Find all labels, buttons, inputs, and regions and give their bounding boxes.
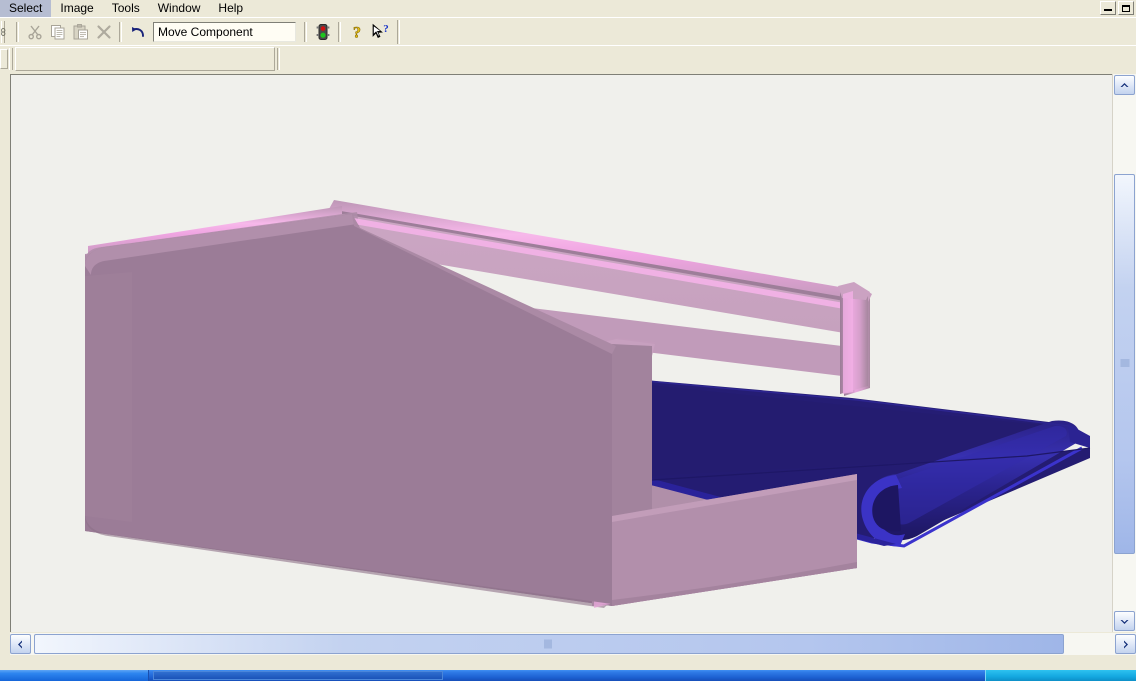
undo-arrow-icon — [131, 26, 144, 37]
minimize-icon — [1104, 9, 1112, 11]
copy-button[interactable] — [46, 21, 69, 43]
chevron-down-icon — [1120, 619, 1129, 624]
start-button[interactable] — [0, 670, 149, 681]
scissors-icon — [27, 25, 42, 39]
help-question-icon: ? — [352, 24, 361, 41]
chevron-up-icon — [1120, 82, 1129, 87]
scroll-up-button[interactable] — [1114, 75, 1135, 95]
toolbar-separator-2 — [119, 21, 122, 42]
delete-button[interactable] — [92, 21, 115, 43]
paste-button[interactable] — [69, 21, 92, 43]
scroll-left-button[interactable] — [10, 634, 31, 654]
menu-item-window[interactable]: Window — [149, 0, 210, 17]
context-help-icon: ? — [372, 23, 389, 38]
restore-button[interactable] — [1118, 1, 1134, 15]
secondary-toolbar-drag-handle[interactable] — [9, 48, 13, 70]
menu-bar: Select Image Tools Window Help — [0, 0, 1136, 17]
vertical-scrollbar[interactable] — [1112, 74, 1136, 632]
main-toolbar: Move Component ? ? — [0, 17, 1136, 45]
partial-icon — [1, 27, 6, 36]
horizontal-scrollbar[interactable] — [10, 633, 1136, 655]
help-button[interactable]: ? — [345, 21, 368, 43]
close-x-icon — [96, 24, 111, 39]
copy-icon — [50, 24, 64, 39]
system-tray[interactable] — [985, 670, 1136, 681]
toolbar-end-separator — [397, 19, 400, 44]
menu-item-tools[interactable]: Tools — [103, 0, 149, 17]
taskbar-task-button[interactable] — [153, 671, 443, 680]
model-canvas[interactable] — [12, 76, 1112, 630]
menu-item-help[interactable]: Help — [209, 0, 252, 17]
undo-button[interactable] — [126, 21, 149, 43]
cut-button[interactable] — [23, 21, 46, 43]
menu-item-select[interactable]: Select — [0, 0, 52, 17]
clipped-tool-button[interactable] — [0, 21, 12, 43]
secondary-toolbar-end-separator — [277, 48, 280, 70]
run-button[interactable] — [311, 21, 334, 43]
status-bar — [0, 655, 1136, 670]
3d-viewport[interactable] — [12, 76, 1112, 630]
traffic-light-icon — [316, 23, 329, 40]
vertical-thumb-grip — [1120, 359, 1129, 369]
secondary-toolbar-panel — [15, 47, 275, 71]
scroll-down-button[interactable] — [1114, 611, 1135, 631]
svg-text:?: ? — [383, 23, 389, 35]
clipboard-icon — [73, 23, 88, 39]
context-help-button[interactable]: ? — [368, 21, 394, 43]
secondary-toolbar-clipped-button[interactable] — [0, 49, 8, 69]
scroll-right-button[interactable] — [1115, 634, 1136, 654]
toolbar-separator-4 — [338, 21, 341, 42]
minimize-button[interactable] — [1100, 1, 1116, 15]
restore-icon — [1122, 5, 1130, 12]
application-window: Select Image Tools Window Help Move Comp… — [0, 0, 1136, 681]
svg-text:?: ? — [353, 24, 361, 41]
chevron-left-icon — [18, 640, 22, 648]
taskbar[interactable] — [0, 670, 1136, 681]
box-rear-right-post — [838, 282, 870, 394]
toolbar-separator-3 — [304, 21, 307, 42]
command-field[interactable]: Move Component — [153, 21, 296, 42]
horizontal-scrollbar-thumb[interactable] — [34, 634, 1064, 654]
chevron-right-icon — [1124, 640, 1128, 648]
menu-item-image[interactable]: Image — [51, 0, 102, 17]
vertical-scrollbar-thumb[interactable] — [1114, 174, 1135, 554]
window-controls — [1100, 1, 1134, 15]
horizontal-thumb-grip — [544, 639, 554, 649]
secondary-toolbar — [0, 45, 1136, 72]
toolbar-separator-1 — [16, 21, 19, 42]
